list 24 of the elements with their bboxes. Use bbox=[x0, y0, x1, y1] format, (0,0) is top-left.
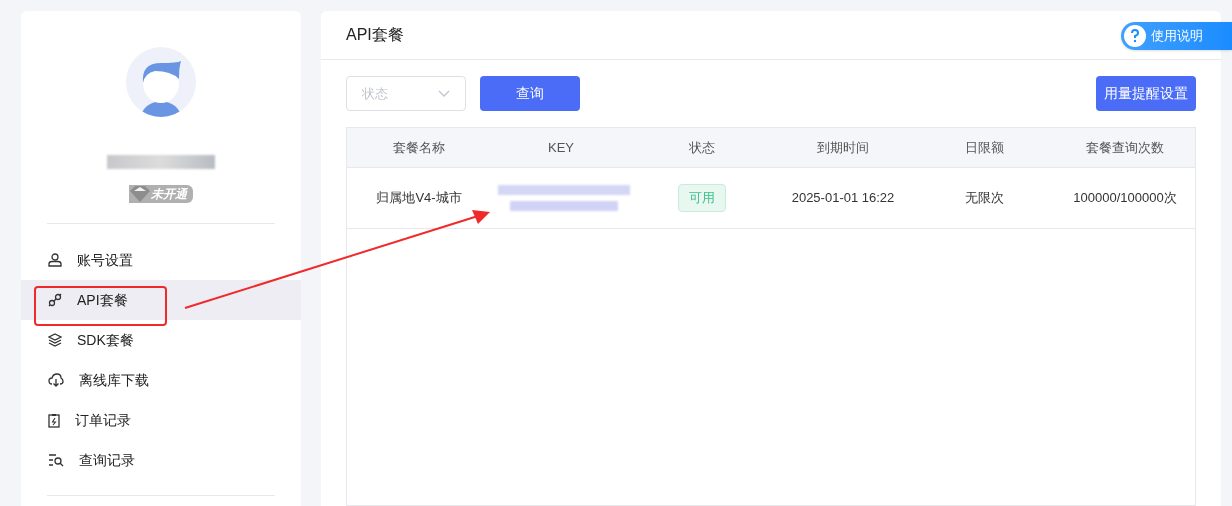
column-header: 状态 bbox=[689, 138, 715, 157]
cloud-download-icon bbox=[48, 373, 64, 387]
chevron-down-icon bbox=[438, 89, 450, 98]
layers-icon bbox=[48, 333, 62, 347]
column-header: 套餐查询次数 bbox=[1086, 138, 1164, 157]
clipboard-icon bbox=[48, 412, 60, 428]
table-cell-text: 2025-01-01 16:22 bbox=[791, 189, 895, 208]
query-button[interactable]: 查询 bbox=[480, 76, 580, 111]
table-cell-text: 无限次 bbox=[964, 189, 1004, 208]
status-badge: 可用 bbox=[678, 184, 726, 212]
table-cell-text: 归属地V4-城市 bbox=[376, 189, 462, 208]
column-header: 日限额 bbox=[964, 138, 1004, 157]
menu-item[interactable]: API套餐 bbox=[21, 280, 301, 320]
user-icon bbox=[48, 253, 62, 267]
help-icon bbox=[1124, 25, 1146, 47]
plug-icon bbox=[48, 293, 62, 307]
page-title: API套餐 bbox=[346, 25, 404, 45]
column-header: 到期时间 bbox=[817, 138, 869, 157]
column-header: 套餐名称 bbox=[393, 138, 445, 157]
list-search-icon bbox=[48, 453, 64, 467]
membership-badge: 未开通 bbox=[129, 185, 193, 203]
column-header: KEY bbox=[548, 138, 574, 157]
table-cell-text: 100000/100000次 bbox=[1073, 189, 1177, 208]
usage-alert-settings-button[interactable]: 用量提醒设置 bbox=[1096, 76, 1196, 111]
